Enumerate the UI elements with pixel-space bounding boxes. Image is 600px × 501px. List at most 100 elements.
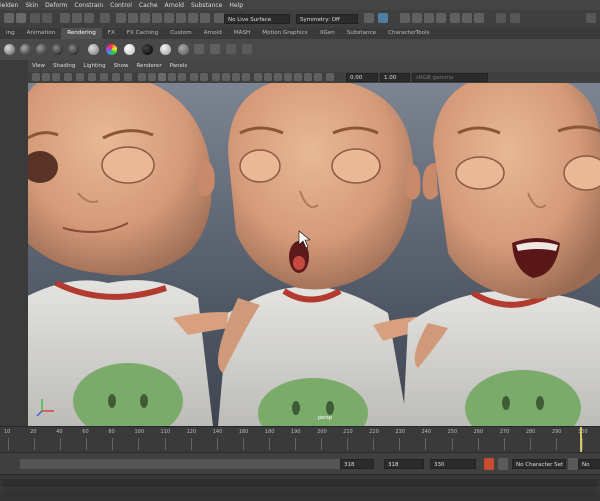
sun-icon[interactable]: [326, 73, 334, 81]
tab-modeling[interactable]: ing: [0, 28, 21, 39]
render-view-icon[interactable]: [378, 13, 388, 23]
select-hierarchy-icon[interactable]: [60, 13, 70, 23]
select-by-render-icon[interactable]: [188, 13, 198, 23]
render-icon[interactable]: [400, 13, 410, 23]
depth-of-field-icon[interactable]: [242, 73, 250, 81]
select-by-surface-icon[interactable]: [152, 13, 162, 23]
command-input[interactable]: [2, 479, 598, 487]
stereo-icon[interactable]: [314, 73, 322, 81]
uv-editor-icon[interactable]: [242, 44, 252, 54]
tab-fx-caching[interactable]: FX Caching: [121, 28, 164, 39]
field-chart-icon[interactable]: [124, 73, 132, 81]
layout-icon[interactable]: [586, 13, 596, 23]
anti-aliasing-icon[interactable]: [232, 73, 240, 81]
camera-select-icon[interactable]: [32, 73, 40, 81]
auto-key-icon[interactable]: [484, 458, 494, 470]
tab-xgen[interactable]: XGen: [314, 28, 341, 39]
gamma-field[interactable]: 1.00: [380, 73, 410, 82]
batch-render-icon[interactable]: [210, 44, 220, 54]
select-by-deform-icon[interactable]: [164, 13, 174, 23]
tab-arnold[interactable]: Arnold: [198, 28, 228, 39]
tab-rendering[interactable]: Rendering: [61, 28, 102, 39]
spot-light-icon[interactable]: [36, 44, 47, 55]
viewport-menu-show[interactable]: Show: [110, 63, 133, 69]
bookmark-icon[interactable]: [52, 73, 60, 81]
tab-animation[interactable]: Animation: [21, 28, 62, 39]
character-set-select[interactable]: No Character Set: [512, 459, 566, 469]
safe-action-icon[interactable]: [294, 73, 302, 81]
exposure-field[interactable]: 0.00: [346, 73, 378, 82]
arnold-render-icon[interactable]: [474, 13, 484, 23]
menu-item-help[interactable]: Help: [229, 2, 250, 9]
textured-icon[interactable]: [158, 73, 166, 81]
select-component-icon[interactable]: [84, 13, 94, 23]
ipr-render-icon[interactable]: [412, 13, 422, 23]
tab-substance[interactable]: Substance: [341, 28, 382, 39]
current-time-indicator[interactable]: [580, 427, 582, 453]
snap-grid-icon[interactable]: [214, 13, 224, 23]
isolate-select-icon[interactable]: [200, 73, 208, 81]
blinn-material-icon[interactable]: [178, 44, 189, 55]
area-light-icon[interactable]: [20, 44, 31, 55]
history-icon[interactable]: [364, 13, 374, 23]
use-all-lights-icon[interactable]: [168, 73, 176, 81]
menu-item-arnold[interactable]: Arnold: [165, 2, 191, 9]
phong-material-icon[interactable]: [160, 44, 171, 55]
light-editor-icon[interactable]: [462, 13, 472, 23]
live-surface-field[interactable]: No Live Surface: [224, 14, 290, 24]
viewport-menu-renderer[interactable]: Renderer: [132, 63, 165, 69]
select-by-misc-icon[interactable]: [200, 13, 210, 23]
max-time-field[interactable]: 330: [430, 459, 476, 469]
white-material-icon[interactable]: [124, 44, 135, 55]
end-anim-field[interactable]: 318: [384, 459, 424, 469]
safe-title-icon[interactable]: [304, 73, 312, 81]
texture-icon[interactable]: [226, 44, 236, 54]
viewport-menu-shading[interactable]: Shading: [49, 63, 79, 69]
workspace-icon[interactable]: [510, 13, 520, 23]
resolution-gate-icon[interactable]: [100, 73, 108, 81]
symmetry-field[interactable]: Symmetry: Off: [296, 14, 358, 24]
tab-motion-graphics[interactable]: Motion Graphics: [256, 28, 313, 39]
point-light-icon[interactable]: [52, 44, 63, 55]
motion-blur-icon[interactable]: [222, 73, 230, 81]
menu-item-rigging[interactable]: ielden: [0, 2, 25, 9]
directional-light-icon[interactable]: [68, 44, 79, 55]
tab-fx[interactable]: FX: [102, 28, 121, 39]
tab-mash[interactable]: MASH: [228, 28, 256, 39]
select-by-joint-icon[interactable]: [128, 13, 138, 23]
menu-item-constrain[interactable]: Constrain: [74, 2, 110, 9]
menu-item-deform[interactable]: Deform: [45, 2, 74, 9]
gate-mask-icon[interactable]: [112, 73, 120, 81]
select-by-curve-icon[interactable]: [140, 13, 150, 23]
hypershade-icon[interactable]: [436, 13, 446, 23]
menu-item-control[interactable]: Control: [110, 2, 139, 9]
camera-attributes-icon[interactable]: [42, 73, 50, 81]
smooth-shade-icon[interactable]: [148, 73, 156, 81]
viewport-menu-view[interactable]: View: [28, 63, 49, 69]
redo-icon[interactable]: [42, 13, 52, 23]
shadows-icon[interactable]: [178, 73, 186, 81]
lock-icon[interactable]: [100, 13, 110, 23]
xray-icon[interactable]: [190, 73, 198, 81]
key-settings-icon[interactable]: [498, 458, 508, 470]
sphere-light-icon[interactable]: [4, 44, 15, 55]
save-icon[interactable]: [16, 13, 26, 23]
film-gate-icon[interactable]: [88, 73, 96, 81]
menu-item-cache[interactable]: Cache: [139, 2, 165, 9]
time-slider[interactable]: 10 20 40 60 80 100 110 120 140 160 180 190 200 210 220…: [0, 426, 600, 453]
color-space-select[interactable]: sRGB gamma: [412, 73, 488, 82]
viewport-menu-lighting[interactable]: Lighting: [79, 63, 109, 69]
ambient-occlusion-icon[interactable]: [212, 73, 220, 81]
folder-icon[interactable]: [4, 13, 14, 23]
select-by-dynamic-icon[interactable]: [176, 13, 186, 23]
select-by-handle-icon[interactable]: [116, 13, 126, 23]
tab-custom[interactable]: Custom: [164, 28, 197, 39]
render-current-frame-icon[interactable]: [194, 44, 204, 54]
viewport-menu-panels[interactable]: Panels: [166, 63, 192, 69]
exposure-icon[interactable]: [254, 73, 262, 81]
render-setup-icon[interactable]: [450, 13, 460, 23]
character-set-icon[interactable]: [568, 458, 578, 470]
menu-item-substance[interactable]: Substance: [191, 2, 229, 9]
image-plane-icon[interactable]: [64, 73, 72, 81]
black-material-icon[interactable]: [142, 44, 153, 55]
